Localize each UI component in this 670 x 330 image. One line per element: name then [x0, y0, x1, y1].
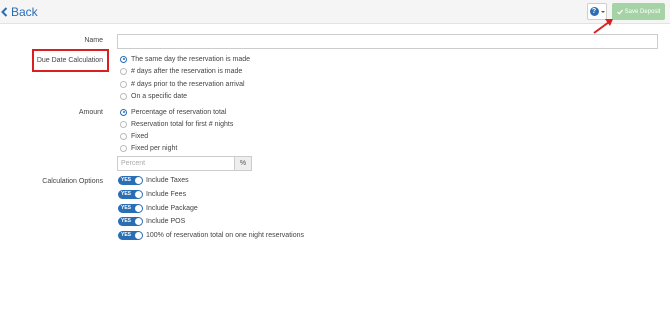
- calc-option-row: YES 100% of reservation total on one nig…: [118, 230, 304, 241]
- toggle-on-text: YES: [121, 218, 132, 224]
- caret-down-icon: [600, 10, 605, 13]
- amount-option[interactable]: Reservation total for first # nights: [120, 119, 233, 129]
- radio-button[interactable]: [120, 80, 127, 88]
- one-night-full-total-toggle[interactable]: YES: [118, 231, 143, 240]
- due-date-option[interactable]: On a specific date: [120, 91, 187, 101]
- calculation-options-label: Calculation Options: [42, 178, 103, 185]
- save-label: Save Deposit: [624, 8, 661, 15]
- annotation-arrow-icon: [593, 19, 613, 34]
- check-icon: [616, 9, 623, 15]
- due-date-option[interactable]: The same day the reservation is made: [120, 54, 250, 64]
- due-date-option-label: # days after the reservation is made: [131, 67, 243, 75]
- toggle-knob: [135, 191, 142, 198]
- calc-option-label: Include POS: [146, 218, 186, 225]
- toggle-knob: [135, 232, 142, 239]
- radio-button-selected[interactable]: [120, 108, 127, 116]
- radio-button[interactable]: [120, 92, 127, 100]
- toggle-on-text: YES: [121, 205, 132, 211]
- amount-option-label: Fixed per night: [131, 144, 178, 152]
- toggle-on-text: YES: [121, 177, 132, 183]
- calc-option-label: Include Package: [146, 205, 198, 212]
- amount-option[interactable]: Percentage of reservation total: [120, 107, 226, 117]
- toggle-on-text: YES: [121, 191, 132, 197]
- due-date-option-label: # days prior to the reservation arrival: [131, 80, 245, 88]
- include-fees-toggle[interactable]: YES: [118, 190, 143, 199]
- due-date-option[interactable]: # days prior to the reservation arrival: [120, 79, 245, 89]
- calc-option-row: YES Include Taxes: [118, 175, 189, 186]
- question-circle-icon: ?: [589, 7, 599, 16]
- calc-option-label: Include Fees: [146, 191, 187, 198]
- toggle-on-text: YES: [121, 232, 132, 238]
- radio-button[interactable]: [120, 144, 127, 152]
- radio-button[interactable]: [120, 67, 127, 75]
- due-date-label: Due Date Calculation: [36, 57, 103, 64]
- chevron-left-icon: [1, 7, 8, 17]
- amount-option[interactable]: Fixed per night: [120, 143, 177, 153]
- toggle-knob: [135, 177, 142, 184]
- back-label: Back: [11, 5, 38, 19]
- due-date-option-label: On a specific date: [131, 92, 188, 100]
- save-deposit-button[interactable]: Save Deposit: [612, 3, 665, 20]
- percent-input[interactable]: Percent: [117, 156, 235, 171]
- due-date-option-label: The same day the reservation is made: [131, 55, 251, 63]
- radio-button[interactable]: [120, 120, 127, 128]
- amount-option[interactable]: Fixed: [120, 131, 148, 141]
- amount-label: Amount: [78, 109, 103, 116]
- radio-button-selected[interactable]: [120, 55, 127, 63]
- amount-option-label: Percentage of reservation total: [131, 108, 227, 116]
- calc-option-row: YES Include Fees: [118, 189, 186, 200]
- due-date-option[interactable]: # days after the reservation is made: [120, 66, 242, 76]
- amount-option-label: Fixed: [131, 132, 149, 140]
- top-toolbar: Back ? Save Deposit: [0, 0, 670, 24]
- calc-option-row: YES Include Package: [118, 203, 198, 214]
- calc-option-row: YES Include POS: [118, 216, 185, 227]
- include-taxes-toggle[interactable]: YES: [118, 176, 143, 185]
- calc-option-label: Include Taxes: [146, 177, 189, 184]
- calc-option-label: 100% of reservation total on one night r…: [146, 232, 304, 239]
- name-label: Name: [84, 37, 103, 44]
- name-input[interactable]: [117, 34, 658, 49]
- include-package-toggle[interactable]: YES: [118, 204, 143, 213]
- toggle-knob: [135, 218, 142, 225]
- back-button[interactable]: Back: [1, 3, 38, 21]
- percent-input-group: Percent %: [117, 156, 252, 171]
- toggle-knob: [135, 205, 142, 212]
- percent-addon: %: [235, 156, 252, 171]
- radio-button[interactable]: [120, 132, 127, 140]
- amount-option-label: Reservation total for first # nights: [131, 120, 234, 128]
- include-pos-toggle[interactable]: YES: [118, 217, 143, 226]
